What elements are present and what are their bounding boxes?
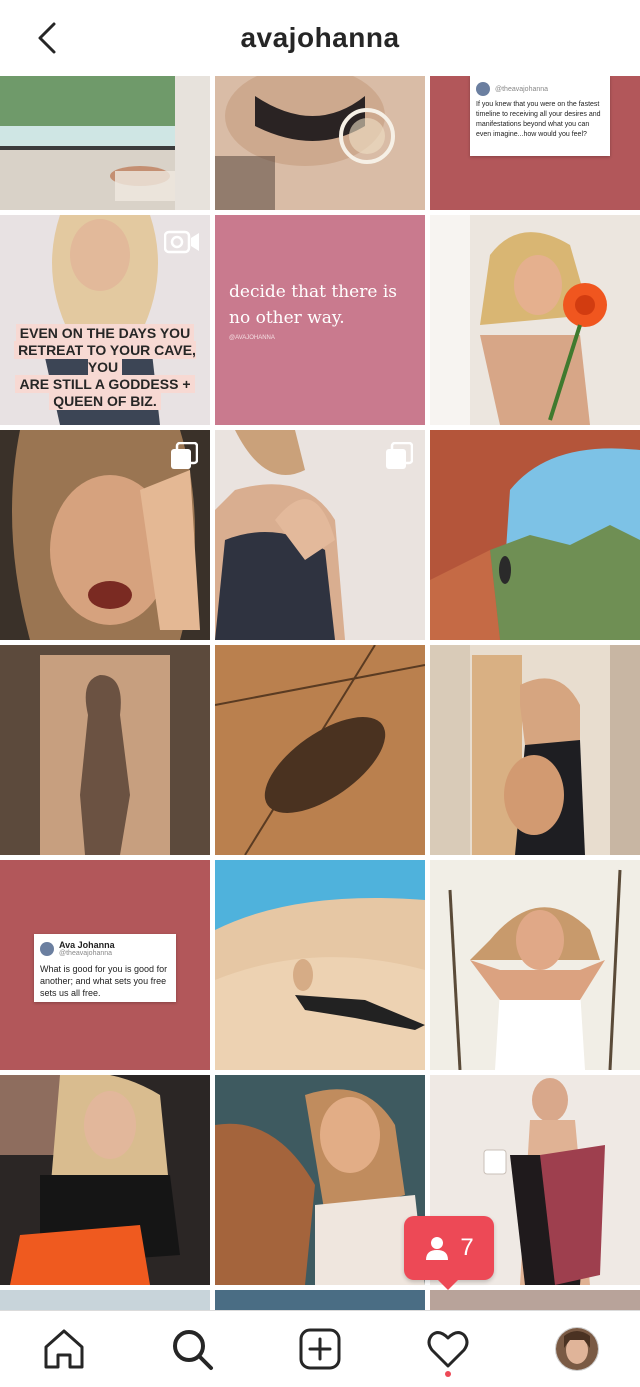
video-icon [164,230,199,254]
caption-line-2: RETREAT TO YOUR CAVE, YOU [14,341,196,376]
post-bodysuit-photo[interactable] [215,430,425,640]
post-window-coffee-photo[interactable] [430,645,640,855]
username-title: avajohanna [240,22,400,53]
post-grid: @theavajohanna If you knew that you were… [0,76,640,1314]
post-wine-glass-photo[interactable] [215,76,425,210]
search-icon [173,1330,213,1370]
post-video-caption[interactable]: EVEN ON THE DAYS YOU RETREAT TO YOUR CAV… [0,215,210,425]
quote-text: If you knew that you were on the fastest… [476,101,601,138]
activity-heart-icon [427,1331,469,1368]
post-quote-card[interactable]: @theavajohanna If you knew that you were… [430,76,640,210]
post-balcony-photo[interactable] [0,76,210,210]
post-desert-photo[interactable] [215,860,425,1070]
post-shadow-ground-photo[interactable] [215,645,425,855]
quote-text: What is good for you is good for another… [40,964,168,998]
home-icon [44,1329,84,1369]
post-canyon-photo[interactable] [430,430,640,640]
post-flower-photo[interactable] [430,215,640,425]
multiple-posts-icon [171,442,198,469]
tab-new-post[interactable] [298,1327,342,1371]
script-quote-text: decide that there is no other way. [229,282,397,328]
new-post-icon [299,1328,341,1370]
script-quote-handle: @AVAJOHANNA [229,335,275,341]
profile-avatar[interactable] [555,1327,599,1371]
caption-line-3: ARE STILL A GODDESS + [15,375,195,393]
bottom-tab-bar [0,1310,640,1387]
quote-avatar [476,82,490,96]
quote-card: @theavajohanna If you knew that you were… [470,76,610,156]
post-silhouette-photo[interactable] [0,645,210,855]
follower-icon [426,1237,449,1260]
quote-handle: @theavajohanna [59,950,113,957]
quote-handle: @theavajohanna [495,85,549,93]
multiple-posts-icon [386,442,413,469]
tab-activity[interactable] [426,1327,470,1371]
follower-notification-bubble[interactable]: 7 [404,1216,494,1290]
caption-text: EVEN ON THE DAYS YOU RETREAT TO YOUR CAV… [0,324,210,410]
quote-name: Ava Johanna [59,940,115,950]
profile-header: avajohanna [0,0,640,76]
quote-card: Ava Johanna @theavajohanna What is good … [34,934,176,1002]
post-quote-card-2[interactable]: Ava Johanna @theavajohanna What is good … [0,860,210,1070]
post-script-quote[interactable]: decide that there is no other way. @AVAJ… [215,215,425,425]
tab-home[interactable] [42,1327,86,1371]
activity-indicator-dot [445,1371,451,1377]
post-palm-trees-photo[interactable] [430,860,640,1070]
caption-line-1: EVEN ON THE DAYS YOU [15,324,195,342]
tab-search[interactable] [170,1327,214,1371]
post-laughing-portrait[interactable] [0,430,210,640]
caption-line-4: QUEEN OF BIZ. [49,392,161,410]
chevron-left-icon[interactable] [30,20,66,56]
post-sunlight-portrait[interactable] [215,1075,425,1285]
post-car-portrait[interactable] [0,1075,210,1285]
follower-notification-count: 7 [460,1234,474,1261]
quote-avatar [40,941,54,956]
